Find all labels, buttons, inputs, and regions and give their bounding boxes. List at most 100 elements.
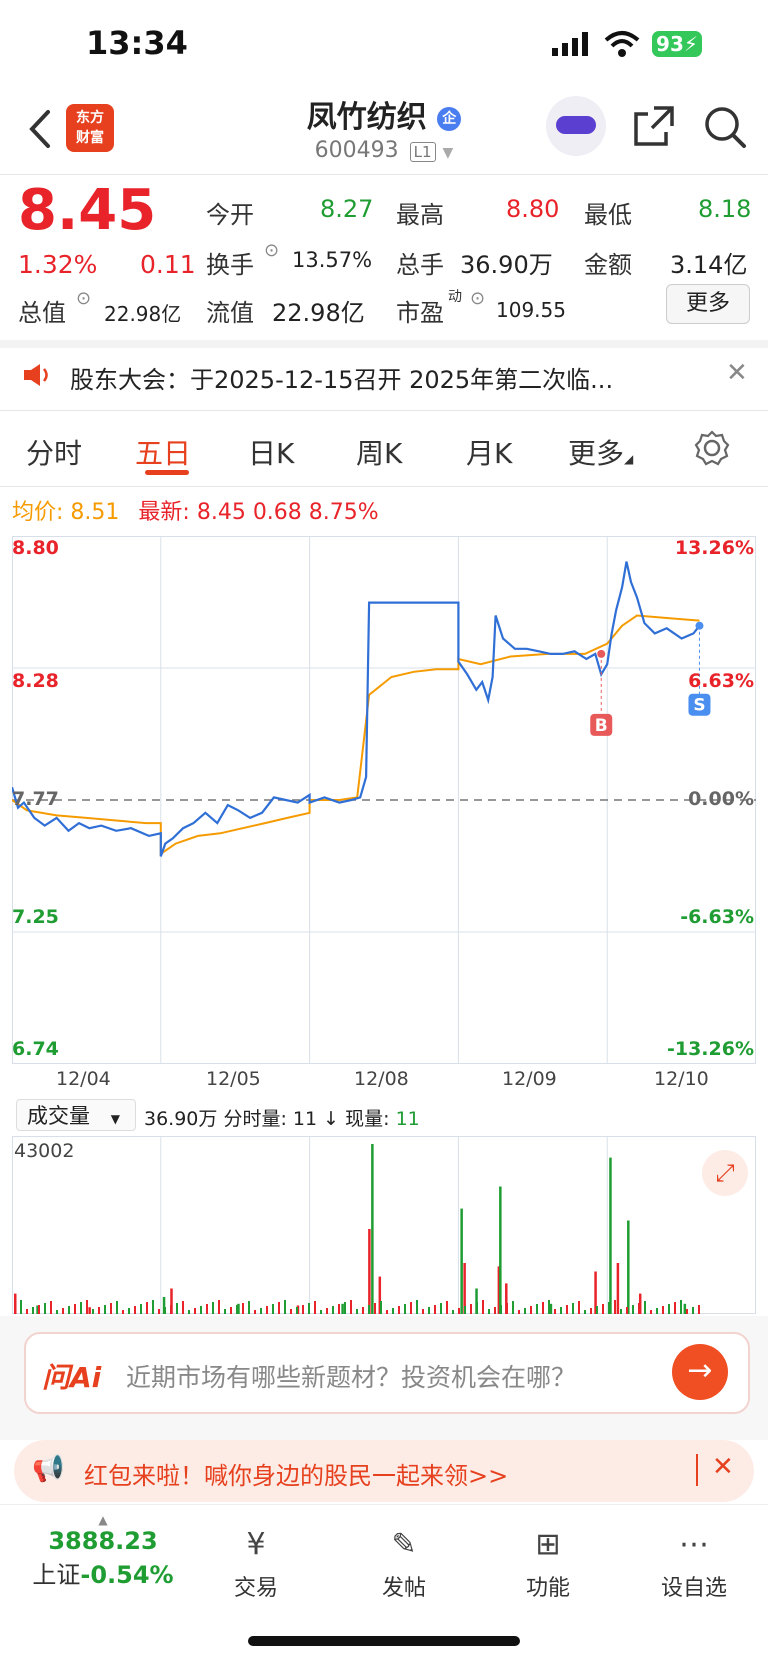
grid-icon: ⊞ [535,1527,561,1562]
volume-bar [683,1303,687,1314]
volume-bar [86,1300,88,1314]
promo-banner[interactable]: 📢 红包来啦！喊你身边的股民一起来领>> ✕ [14,1440,754,1502]
index-name: 上证 [32,1561,81,1589]
nav-function[interactable]: ⊞ 功能 [518,1513,578,1602]
volume-bar [602,1304,604,1314]
y-tick-left: 7.25 [12,906,59,928]
volume-bar [650,1310,652,1314]
volume-bar [398,1306,400,1314]
nav-trade[interactable]: ¥ 交易 [226,1513,286,1602]
volume-bar [326,1308,328,1314]
volume-bar [542,1302,544,1314]
info-icon[interactable]: ⊙ [76,288,91,309]
volume-bar [518,1310,520,1314]
volume-bar [638,1303,640,1314]
tab-five-day[interactable]: 五日 [135,432,191,472]
nav-post[interactable]: ✎ 发帖 [374,1513,434,1602]
search-icon[interactable] [702,104,748,150]
volume-bar [332,1306,334,1314]
index-widget[interactable]: ▲ 3888.23 上证-0.54% [28,1513,178,1590]
change-amount: 0.11 [140,250,196,279]
volume-bar [560,1307,562,1314]
open-value: 8.27 [320,195,374,223]
volume-bar [566,1305,568,1314]
volume-summary: 36.90万 分时量: 11 ↓ 现量: 11 [144,1104,420,1131]
y-tick-left: 8.80 [12,537,59,559]
per-volume-value: 11 [292,1108,318,1130]
volume-bar [374,1303,376,1314]
turnover-label: 换手 [206,251,254,279]
tab-monthly-k[interactable]: 月K [466,432,512,472]
volume-bar [104,1305,106,1314]
info-icon[interactable]: ⊙ [264,240,279,261]
mktcap-label: 总值 [18,299,66,327]
chevron-down-icon[interactable]: ▼ [443,145,454,161]
ai-input-box[interactable]: 问Ai 近期市场有哪些新题材？投资机会在哪？ → [24,1332,750,1414]
volume-bar [686,1309,688,1314]
expand-icon[interactable]: ⤢ [702,1150,748,1196]
volume-bar [80,1302,82,1314]
volume-bar [499,1186,502,1314]
volume-bar [614,1300,616,1314]
volume-bar [572,1303,574,1314]
nav-trade-label: 交易 [233,1576,278,1601]
y-tick-left: 7.77 [12,788,59,810]
change-percent: 1.32% [18,250,98,279]
tab-more[interactable]: 更多◢ [568,432,633,472]
yen-icon: ¥ [246,1527,266,1562]
volume-bar [548,1300,550,1314]
info-icon[interactable]: ⊙ [470,288,485,309]
indicator-select[interactable]: 成交量 ▼ [16,1099,136,1131]
volume-bar [236,1305,238,1314]
tab-intraday[interactable]: 分时 [26,432,82,472]
close-icon[interactable]: ✕ [712,1452,734,1482]
settings-gear-icon[interactable] [694,430,730,466]
volume-bar [371,1144,374,1314]
volume-bar [440,1303,442,1314]
more-quote-button[interactable]: 更多 [666,284,750,324]
volume-bar [692,1307,694,1314]
volume-bar [674,1302,676,1314]
volume-bar [308,1303,310,1314]
low-label: 最低 [584,201,632,229]
volume-bar [212,1302,214,1314]
volume-bar [278,1302,280,1314]
volume-bar [494,1307,496,1314]
volume-bar [512,1301,514,1314]
volume-bar [470,1304,472,1314]
y-tick-right: -13.26% [666,1038,754,1060]
volume-bar [302,1305,304,1314]
edit-icon: ✎ [391,1527,417,1562]
volume-bar [272,1304,274,1314]
active-tab-indicator [145,470,189,475]
volume-bar [620,1309,622,1314]
ai-send-button[interactable]: → [672,1344,728,1400]
volume-chart[interactable] [12,1136,756,1314]
volume-bar [506,1303,508,1314]
signal-icon [552,32,588,56]
notice-banner[interactable]: 股东大会：于2025-12-15召开 2025年第二次临... ✕ [0,342,768,408]
nav-add-watch[interactable]: ⋯ 设自选 [654,1513,734,1602]
notice-text: 股东大会：于2025-12-15召开 2025年第二次临... [70,366,614,394]
volume-bar [578,1301,580,1314]
robot-avatar-icon[interactable] [546,96,606,156]
avg-label: 均价: [12,500,64,525]
promo-text: 红包来啦！喊你身边的股民一起来领>> [84,1462,509,1490]
volume-bar [44,1303,46,1314]
marker-dot [695,621,704,630]
tab-weekly-k[interactable]: 周K [356,432,402,472]
volume-bar [452,1310,454,1314]
volume-bar [698,1305,700,1314]
y-tick-right: 0.00% [688,788,754,810]
tab-daily-k[interactable]: 日K [248,432,294,472]
five-day-price-chart[interactable]: BS [12,536,756,1064]
volume-bar [380,1301,382,1314]
volume-bar [206,1304,208,1314]
share-icon[interactable] [632,104,676,148]
level-badge: L1 [409,142,436,162]
volume-bar [392,1308,394,1314]
close-icon[interactable]: ✕ [726,358,748,388]
mktcap-value: 22.98亿 [104,302,182,326]
buy-marker-label: B [595,716,608,736]
volume-bar [74,1304,76,1314]
